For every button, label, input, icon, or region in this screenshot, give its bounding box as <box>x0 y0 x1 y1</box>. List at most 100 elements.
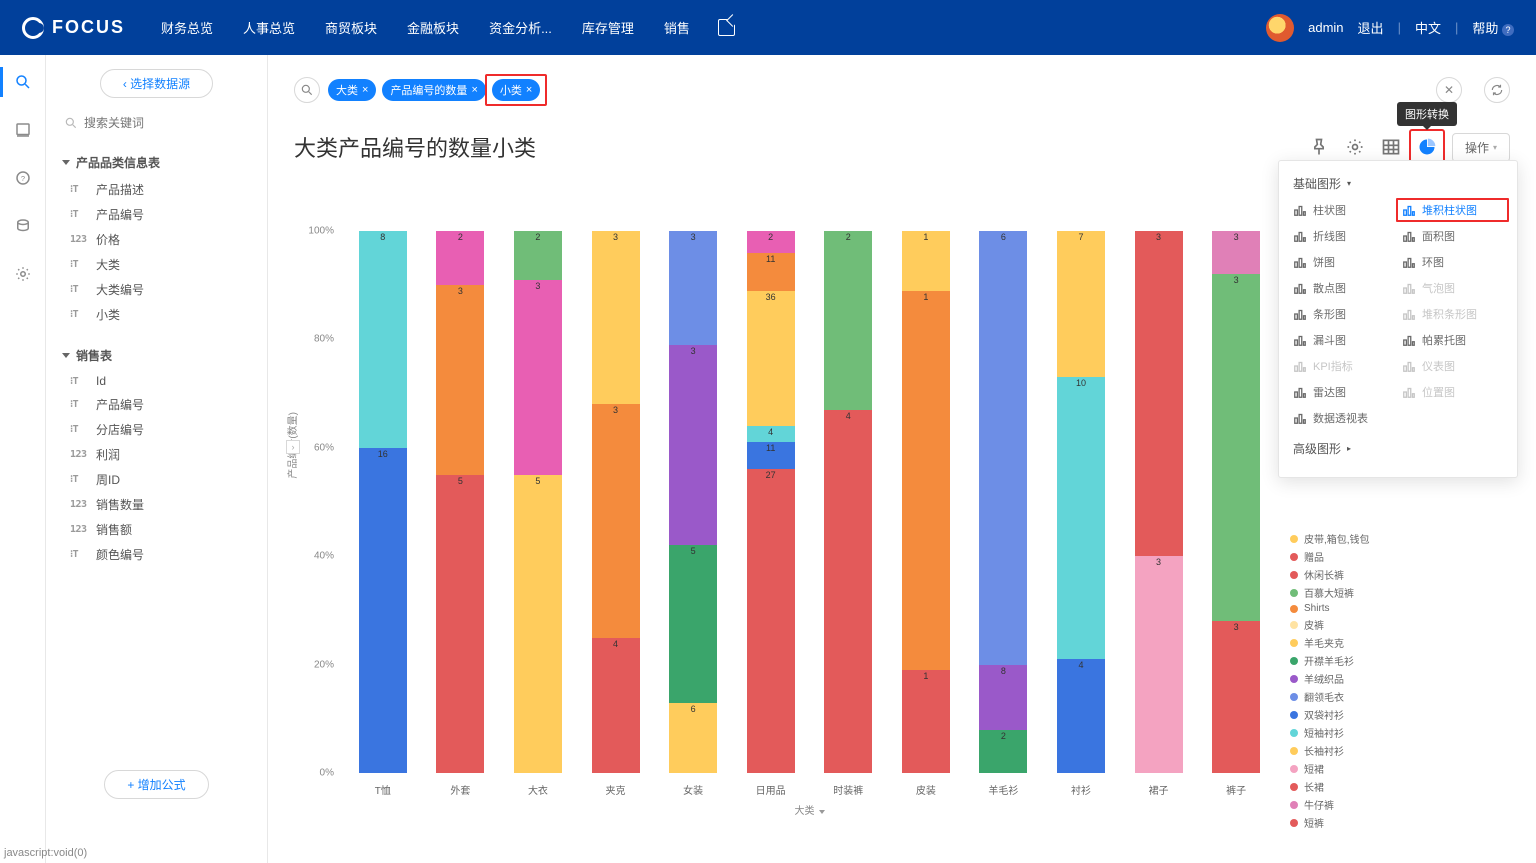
chart-type-option[interactable]: 环图 <box>1402 254 1503 270</box>
nav-item[interactable]: 金融板块 <box>407 18 459 37</box>
legend-item[interactable]: 短袖衬衫 <box>1290 725 1510 740</box>
bar-segment[interactable]: 3 <box>514 280 562 475</box>
clear-query-icon[interactable]: ✕ <box>1436 77 1462 103</box>
legend-item[interactable]: 皮带,箱包,钱包 <box>1290 531 1510 546</box>
rail-help-icon[interactable]: ? <box>12 167 34 189</box>
bar-segment[interactable]: 3 <box>1212 231 1260 274</box>
bar-segment[interactable]: 3 <box>1212 274 1260 621</box>
bar-segment[interactable]: 6 <box>979 231 1027 665</box>
bar-segment[interactable]: 5 <box>669 545 717 702</box>
bar-segment[interactable]: 7 <box>1057 231 1105 377</box>
legend-item[interactable]: 百慕大短裤 <box>1290 585 1510 600</box>
table-view-icon[interactable] <box>1380 136 1402 158</box>
legend-item[interactable]: 短裙 <box>1290 761 1510 776</box>
legend-item[interactable]: 休闲长裤 <box>1290 567 1510 582</box>
bar-segment[interactable]: 36 <box>747 291 795 427</box>
bar-column[interactable]: 6533 <box>669 231 717 773</box>
chart-type-option[interactable]: 帕累托图 <box>1402 332 1503 348</box>
user-name[interactable]: admin <box>1308 20 1343 35</box>
field-item[interactable]: ⁝T大类编号 <box>58 277 255 302</box>
x-axis-label[interactable]: 大类 <box>344 802 1275 817</box>
field-search-input[interactable] <box>84 116 249 130</box>
bar-segment[interactable]: 2 <box>824 231 872 410</box>
query-search-icon[interactable] <box>294 77 320 103</box>
bar-segment[interactable]: 4 <box>592 638 640 774</box>
legend-item[interactable]: 翻领毛衣 <box>1290 689 1510 704</box>
lang-link[interactable]: 中文 <box>1415 18 1441 37</box>
chart-type-option[interactable]: 条形图 <box>1293 306 1394 322</box>
query-chip[interactable]: 产品编号的数量× <box>382 79 485 101</box>
bar-segment[interactable]: 11 <box>747 253 795 291</box>
bar-column[interactable]: 433 <box>592 231 640 773</box>
brand-logo[interactable]: FOCUS <box>22 17 125 39</box>
chart-type-option[interactable]: 折线图 <box>1293 228 1394 244</box>
legend-item[interactable]: 赠品 <box>1290 549 1510 564</box>
field-item[interactable]: ⁝TId <box>58 370 255 392</box>
rail-dashboard-icon[interactable] <box>12 119 34 141</box>
select-datasource-button[interactable]: ‹ 选择数据源 <box>100 69 213 98</box>
bar-segment[interactable]: 3 <box>1212 621 1260 773</box>
bar-segment[interactable]: 2 <box>514 231 562 280</box>
bar-column[interactable]: 33 <box>1135 231 1183 773</box>
legend-item[interactable]: 双袋衬衫 <box>1290 707 1510 722</box>
bar-segment[interactable]: 8 <box>359 231 407 448</box>
legend-item[interactable]: 开襟羊毛衫 <box>1290 653 1510 668</box>
add-formula-button[interactable]: + 增加公式 <box>104 770 208 799</box>
bar-segment[interactable]: 16 <box>359 448 407 773</box>
legend-item[interactable]: 羊绒织品 <box>1290 671 1510 686</box>
field-item[interactable]: 123销售数量 <box>58 492 255 517</box>
nav-item[interactable]: 资金分析... <box>489 18 552 37</box>
field-item[interactable]: ⁝T周ID <box>58 467 255 492</box>
bar-segment[interactable]: 5 <box>436 475 484 773</box>
legend-item[interactable]: 长袖衬衫 <box>1290 743 1510 758</box>
bar-segment[interactable]: 3 <box>669 345 717 546</box>
nav-item[interactable]: 财务总览 <box>161 18 213 37</box>
bar-segment[interactable]: 1 <box>902 291 950 670</box>
legend-item[interactable]: 长裙 <box>1290 779 1510 794</box>
field-item[interactable]: 123利润 <box>58 442 255 467</box>
nav-item[interactable]: 人事总览 <box>243 18 295 37</box>
nav-item[interactable]: 销售 <box>664 18 690 37</box>
chart-view-icon[interactable]: 图形转换 <box>1416 136 1438 158</box>
logout-link[interactable]: 退出 <box>1358 18 1384 37</box>
bar-segment[interactable]: 6 <box>669 703 717 773</box>
bar-column[interactable]: 168 <box>359 231 407 773</box>
bar-segment[interactable]: 3 <box>436 285 484 475</box>
field-item[interactable]: ⁝T产品编号 <box>58 202 255 227</box>
bar-column[interactable]: 286 <box>979 231 1027 773</box>
chip-remove-icon[interactable]: × <box>526 84 532 96</box>
bar-segment[interactable]: 11 <box>747 442 795 469</box>
field-item[interactable]: ⁝T大类 <box>58 252 255 277</box>
rail-search-icon[interactable] <box>12 71 34 93</box>
chart-type-option[interactable]: 柱状图 <box>1293 202 1394 218</box>
chart-type-option[interactable]: 散点图 <box>1293 280 1394 296</box>
chip-remove-icon[interactable]: × <box>471 84 477 96</box>
chart-type-option[interactable]: 饼图 <box>1293 254 1394 270</box>
field-search[interactable] <box>58 112 255 134</box>
bar-segment[interactable]: 3 <box>1135 556 1183 773</box>
chip-remove-icon[interactable]: × <box>362 84 368 96</box>
group-header-sales[interactable]: 销售表 <box>58 341 255 370</box>
bar-segment[interactable]: 1 <box>902 670 950 773</box>
rail-data-icon[interactable] <box>12 215 34 237</box>
bar-column[interactable]: 4107 <box>1057 231 1105 773</box>
field-item[interactable]: ⁝T产品描述 <box>58 177 255 202</box>
bar-segment[interactable]: 8 <box>979 665 1027 730</box>
bar-segment[interactable]: 4 <box>824 410 872 773</box>
legend-item[interactable]: 牛仔裤 <box>1290 797 1510 812</box>
field-item[interactable]: ⁝T产品编号 <box>58 392 255 417</box>
bar-segment[interactable]: 3 <box>1135 231 1183 556</box>
chart-type-option[interactable]: 雷达图 <box>1293 384 1394 400</box>
rail-settings-icon[interactable] <box>12 263 34 285</box>
bar-column[interactable]: 532 <box>514 231 562 773</box>
field-item[interactable]: 123价格 <box>58 227 255 252</box>
field-item[interactable]: 123销售额 <box>58 517 255 542</box>
expand-sidebar-icon[interactable]: › <box>286 440 300 454</box>
chart-type-option[interactable]: 堆积柱状图 <box>1402 202 1503 218</box>
help-link[interactable]: 帮助 ? <box>1472 18 1514 37</box>
nav-item[interactable]: 库存管理 <box>582 18 634 37</box>
legend-item[interactable]: 皮裤 <box>1290 617 1510 632</box>
query-chip[interactable]: 大类× <box>328 79 376 101</box>
chart-type-option[interactable]: 面积图 <box>1402 228 1503 244</box>
legend-item[interactable]: Shirts <box>1290 603 1510 614</box>
